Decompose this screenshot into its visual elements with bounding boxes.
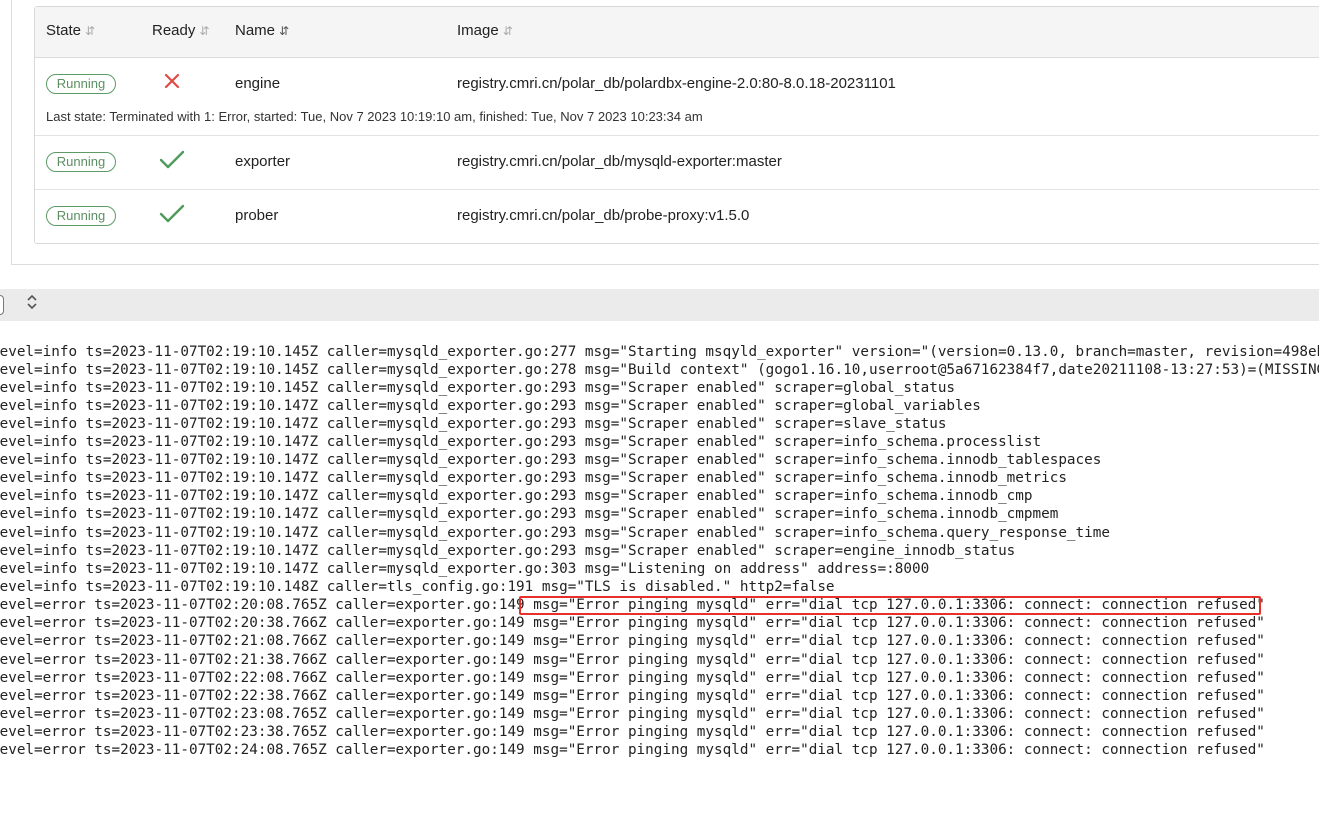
sort-icon: ⇵ xyxy=(502,24,513,38)
log-line: level=error ts=2023-11-07T02:22:08.766Z … xyxy=(0,670,1265,686)
log-line: level=error ts=2023-11-07T02:24:08.765Z … xyxy=(0,742,1265,758)
status-badge: Running xyxy=(46,206,116,226)
container-image: registry.cmri.cn/polar_db/mysqld-exporte… xyxy=(457,153,782,170)
sort-icon: ⇵ xyxy=(85,24,96,38)
cross-icon xyxy=(164,73,180,89)
log-line: level=info ts=2023-11-07T02:19:10.147Z c… xyxy=(0,561,930,577)
log-line: level=error ts=2023-11-07T02:22:38.766Z … xyxy=(0,688,1265,704)
container-name: engine xyxy=(235,75,281,92)
log-line: level=error ts=2023-11-07T02:20:38.766Z … xyxy=(0,615,1265,631)
containers-table: State ⇵ Ready ⇵ Name ⇵ Image ⇵ Running engin… xyxy=(34,6,1319,244)
log-line: level=info ts=2023-11-07T02:19:10.147Z c… xyxy=(0,506,1059,522)
column-header-image[interactable]: Image ⇵ xyxy=(457,7,513,57)
log-line: level=info ts=2023-11-07T02:19:10.145Z c… xyxy=(0,362,1319,378)
column-header-image-label: Image xyxy=(457,22,499,39)
log-toolbar xyxy=(0,289,1319,321)
log-line: level=info ts=2023-11-07T02:19:10.147Z c… xyxy=(0,452,1102,468)
container-name: prober xyxy=(235,207,279,224)
container-image: registry.cmri.cn/polar_db/polardbx-engin… xyxy=(457,75,896,92)
log-output: level=info ts=2023-11-07T02:19:10.145Z c… xyxy=(0,342,1319,772)
log-line: level=info ts=2023-11-07T02:19:10.147Z c… xyxy=(0,470,1067,486)
table-row[interactable]: Running exporter registry.cmri.cn/polar_… xyxy=(35,136,1319,190)
check-icon xyxy=(159,150,185,169)
sort-active-icon: ⇵ xyxy=(279,24,290,38)
error-highlight-box xyxy=(519,596,1261,615)
column-header-name-label: Name xyxy=(235,22,276,39)
log-line: level=error ts=2023-11-07T02:23:08.765Z … xyxy=(0,706,1265,722)
column-header-state-label: State xyxy=(46,22,82,39)
column-header-state[interactable]: State ⇵ xyxy=(46,7,95,57)
table-row[interactable]: Running prober registry.cmri.cn/polar_db… xyxy=(35,190,1319,244)
log-line: level=info ts=2023-11-07T02:19:10.145Z c… xyxy=(0,344,1319,360)
log-line: level=error ts=2023-11-07T02:21:08.766Z … xyxy=(0,633,1265,649)
check-icon xyxy=(159,204,185,223)
container-selector[interactable] xyxy=(0,295,4,315)
container-name: exporter xyxy=(235,153,291,170)
log-line: level=info ts=2023-11-07T02:19:10.145Z c… xyxy=(0,380,956,396)
log-line: level=info ts=2023-11-07T02:19:10.147Z c… xyxy=(0,416,947,432)
table-header: State ⇵ Ready ⇵ Name ⇵ Image ⇵ xyxy=(35,7,1319,58)
log-line: level=info ts=2023-11-07T02:19:10.148Z c… xyxy=(0,579,835,595)
log-line: level=info ts=2023-11-07T02:19:10.147Z c… xyxy=(0,398,981,414)
column-header-name[interactable]: Name ⇵ xyxy=(235,7,289,57)
column-header-ready[interactable]: Ready ⇵ xyxy=(152,7,209,57)
container-image: registry.cmri.cn/polar_db/probe-proxy:v1… xyxy=(457,207,750,224)
log-line: level=info ts=2023-11-07T02:19:10.147Z c… xyxy=(0,488,1033,504)
log-line: level=info ts=2023-11-07T02:19:10.147Z c… xyxy=(0,525,1110,541)
log-line: level=error ts=2023-11-07T02:21:38.766Z … xyxy=(0,652,1265,668)
status-badge: Running xyxy=(46,74,116,94)
status-badge: Running xyxy=(46,152,116,172)
log-line: level=info ts=2023-11-07T02:19:10.147Z c… xyxy=(0,543,1016,559)
sort-icon: ⇵ xyxy=(199,24,210,38)
column-header-ready-label: Ready xyxy=(152,22,196,39)
table-row[interactable]: Running engine registry.cmri.cn/polar_db… xyxy=(35,57,1319,136)
last-state-text: Last state: Terminated with 1: Error, st… xyxy=(46,109,703,124)
log-line: level=info ts=2023-11-07T02:19:10.147Z c… xyxy=(0,434,1042,450)
log-line: level=error ts=2023-11-07T02:23:38.765Z … xyxy=(0,724,1265,740)
chevron-up-down-icon[interactable] xyxy=(24,294,40,314)
